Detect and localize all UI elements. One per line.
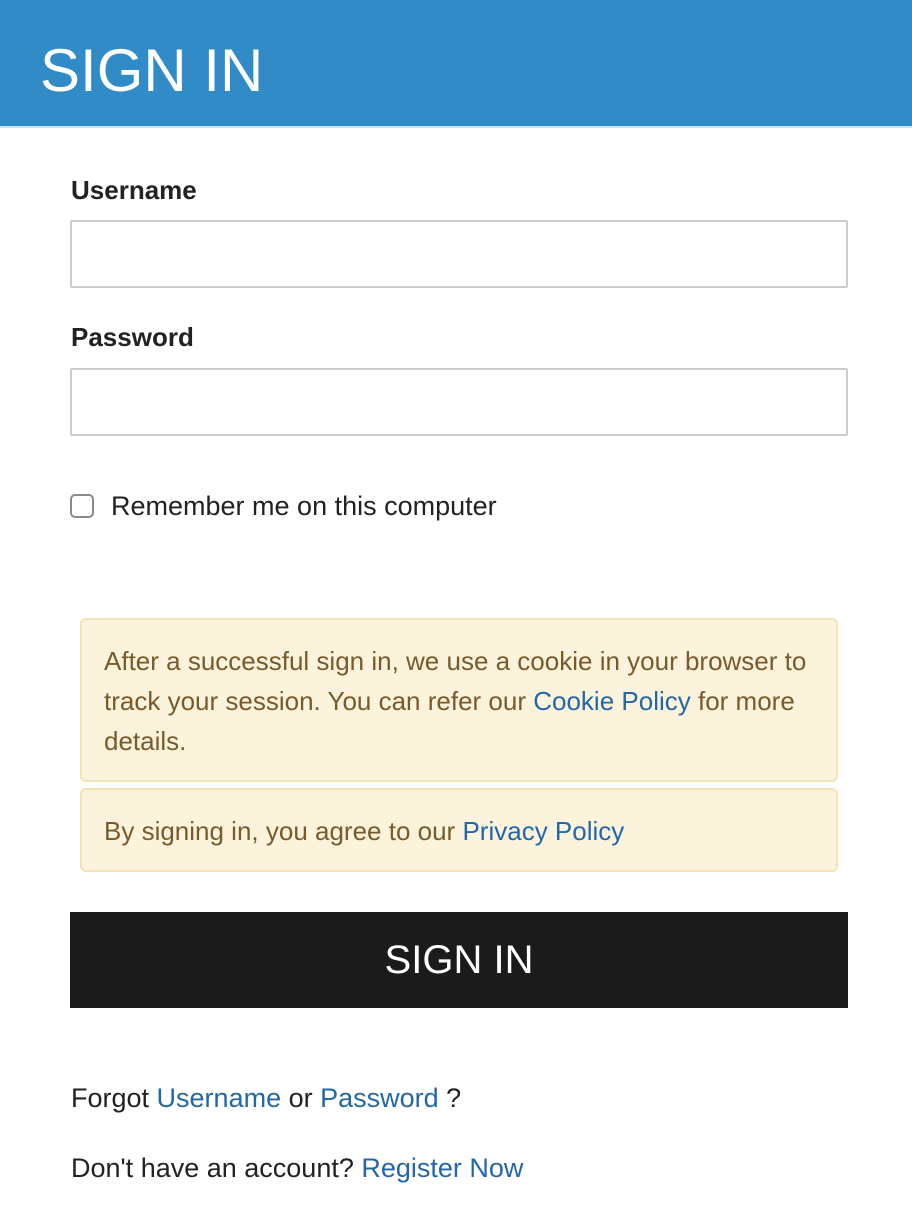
- register-now-link[interactable]: Register Now: [361, 1153, 523, 1183]
- register-prefix: Don't have an account?: [71, 1153, 362, 1183]
- page-title: SIGN IN: [40, 37, 264, 104]
- privacy-notice-text: By signing in, you agree to our: [104, 816, 463, 846]
- forgot-password-link[interactable]: Password: [320, 1083, 439, 1113]
- forgot-credentials-line: Forgot Username or Password ?: [71, 1083, 461, 1114]
- password-label: Password: [71, 322, 194, 352]
- remember-me-label[interactable]: Remember me on this computer: [111, 491, 497, 522]
- password-input[interactable]: [70, 368, 848, 436]
- sign-in-button[interactable]: SIGN IN: [70, 912, 848, 1008]
- forgot-or: or: [281, 1083, 321, 1113]
- cookie-notice: After a successful sign in, we use a coo…: [80, 618, 838, 782]
- username-input[interactable]: [70, 220, 848, 288]
- privacy-notice: By signing in, you agree to our Privacy …: [80, 788, 838, 872]
- cookie-policy-link[interactable]: Cookie Policy: [533, 686, 691, 716]
- remember-me-checkbox[interactable]: [70, 494, 94, 518]
- page-header: SIGN IN: [0, 0, 912, 128]
- register-line: Don't have an account? Register Now: [71, 1153, 523, 1184]
- privacy-policy-link[interactable]: Privacy Policy: [462, 816, 624, 846]
- username-label: Username: [71, 175, 197, 205]
- forgot-prefix: Forgot: [71, 1083, 157, 1113]
- forgot-suffix: ?: [438, 1083, 462, 1113]
- forgot-username-link[interactable]: Username: [157, 1083, 282, 1113]
